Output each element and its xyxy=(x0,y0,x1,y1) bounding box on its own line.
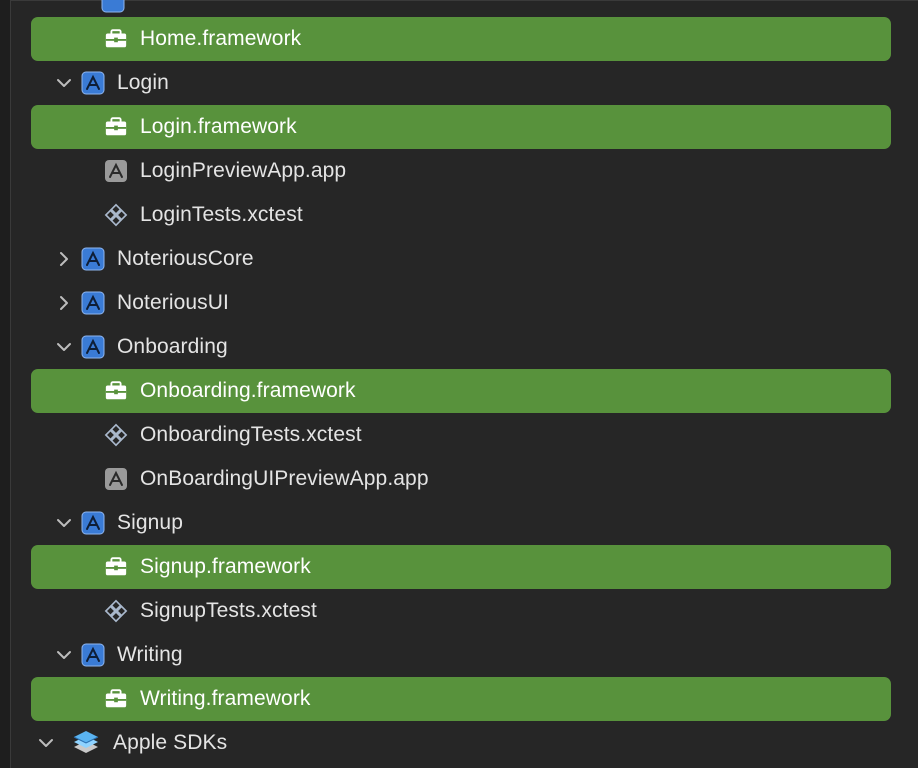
target-icon xyxy=(81,511,105,535)
tree-row-writing-framework[interactable]: Writing.framework xyxy=(31,677,891,721)
tree-row-signuptests[interactable]: SignupTests.xctest xyxy=(31,589,891,633)
target-icon xyxy=(81,643,105,667)
target-icon xyxy=(81,71,105,95)
tree-row-writing[interactable]: Writing xyxy=(31,633,891,677)
tree-row-label: Onboarding xyxy=(117,335,228,358)
app-icon xyxy=(104,467,128,491)
tree-row-label: Onboarding.framework xyxy=(140,379,356,402)
chevron-down-icon[interactable] xyxy=(53,644,75,666)
chevron-right-icon[interactable] xyxy=(53,292,75,314)
tree-row-login[interactable]: Login xyxy=(31,61,891,105)
tree-row-label: Login xyxy=(117,71,169,94)
tree-row-label: Writing xyxy=(117,643,183,666)
tree-row-label: SignupTests.xctest xyxy=(140,599,317,622)
tree-row-signup-framework[interactable]: Signup.framework xyxy=(31,545,891,589)
xctest-icon xyxy=(104,599,128,623)
tree-row-logintests[interactable]: LoginTests.xctest xyxy=(31,193,891,237)
tree-row-loginpreviewapp[interactable]: LoginPreviewApp.app xyxy=(31,149,891,193)
target-icon xyxy=(81,291,105,315)
chevron-down-icon[interactable] xyxy=(53,336,75,358)
chevron-right-icon[interactable] xyxy=(53,248,75,270)
project-navigator: Home.framework Login Login.framework Log… xyxy=(10,0,918,768)
tree-row-onboarding-framework[interactable]: Onboarding.framework xyxy=(31,369,891,413)
app-icon xyxy=(104,159,128,183)
tree-row-onboardinguipreviewapp[interactable]: OnBoardingUIPreviewApp.app xyxy=(31,457,891,501)
tree-row-login-framework[interactable]: Login.framework xyxy=(31,105,891,149)
framework-icon xyxy=(104,27,128,51)
tree-row-label: OnboardingTests.xctest xyxy=(140,423,362,446)
target-icon xyxy=(81,335,105,359)
tree-row-onboarding[interactable]: Onboarding xyxy=(31,325,891,369)
tree-row-label: Writing.framework xyxy=(140,687,311,710)
framework-icon xyxy=(104,687,128,711)
chevron-down-icon[interactable] xyxy=(53,512,75,534)
tree-row-label: Apple SDKs xyxy=(113,731,228,754)
chevron-down-icon[interactable] xyxy=(35,732,57,754)
xctest-icon xyxy=(104,423,128,447)
tree-row-label: OnBoardingUIPreviewApp.app xyxy=(140,467,429,490)
tree-row-label: Signup xyxy=(117,511,183,534)
tree-row-apple-sdks[interactable]: Apple SDKs xyxy=(35,721,895,765)
tree-row-label: NoteriousCore xyxy=(117,247,254,270)
tree-row-noteriouscore[interactable]: NoteriousCore xyxy=(31,237,891,281)
framework-icon xyxy=(104,379,128,403)
framework-icon xyxy=(104,115,128,139)
xctest-icon xyxy=(104,203,128,227)
sdk-stack-icon xyxy=(71,731,101,755)
tree-row-noteriousui[interactable]: NoteriousUI xyxy=(31,281,891,325)
framework-icon xyxy=(104,555,128,579)
chevron-down-icon[interactable] xyxy=(53,72,75,94)
tree-row-label: LoginPreviewApp.app xyxy=(140,159,347,182)
tree-row-signup[interactable]: Signup xyxy=(31,501,891,545)
tree-row-label: NoteriousUI xyxy=(117,291,229,314)
tree-row-label: Home.framework xyxy=(140,27,302,50)
tree-row-home-framework[interactable]: Home.framework xyxy=(31,17,891,61)
tree-row-label: LoginTests.xctest xyxy=(140,203,303,226)
tree-row-label: Login.framework xyxy=(140,115,297,138)
target-icon xyxy=(81,247,105,271)
tree-row-label: Signup.framework xyxy=(140,555,311,578)
target-icon xyxy=(101,0,125,13)
tree-row-onboardingtests[interactable]: OnboardingTests.xctest xyxy=(31,413,891,457)
